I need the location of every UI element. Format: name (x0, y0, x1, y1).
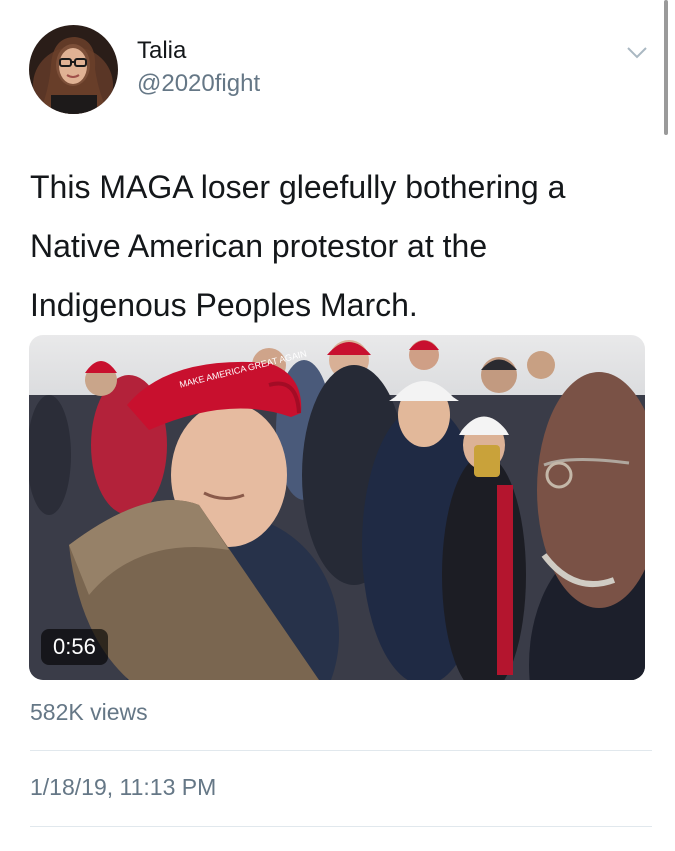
chevron-down-icon[interactable] (625, 42, 649, 62)
user-handle[interactable]: @2020fight (137, 70, 260, 98)
video-player[interactable]: MAKE AMERICA GREAT AGAIN (29, 335, 645, 680)
divider (30, 826, 652, 827)
tweet-text: This MAGA loser gleefully bothering a Na… (30, 158, 655, 335)
tweet-timestamp: 1/18/19, 11:13 PM (30, 774, 217, 800)
tweet-text-line: Native American protestor at the (30, 228, 488, 264)
video-thumbnail: MAKE AMERICA GREAT AGAIN (29, 335, 645, 680)
profile-photo-image (29, 25, 118, 114)
view-count: 582K views (30, 699, 148, 725)
scrollbar[interactable] (664, 0, 668, 135)
video-duration-badge: 0:56 (41, 629, 108, 665)
tweet-text-line: This MAGA loser gleefully bothering a (30, 169, 566, 205)
display-name[interactable]: Talia (137, 37, 186, 65)
divider (30, 750, 652, 751)
tweet-text-line: Indigenous Peoples March. (30, 287, 418, 323)
avatar[interactable] (29, 25, 118, 114)
